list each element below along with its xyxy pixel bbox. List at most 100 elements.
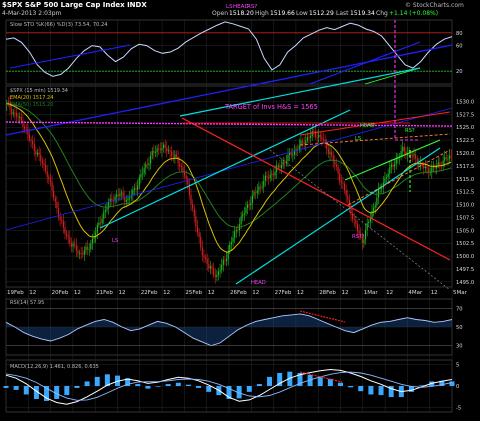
stock-chart: 20 60 80 Slow STO %K(66) %D(3) 73.54, 70.24… [0,0,480,421]
candle-body [221,264,223,271]
candle-body [313,131,315,132]
macd-histogram-bar [175,382,181,386]
candle-body [318,134,320,138]
quote-open: 1518.20 [229,10,254,17]
macd-histogram-bar [185,384,191,386]
candle-body [251,195,253,203]
price-annotation: HEAD [251,280,266,286]
candle-body [11,109,13,114]
x-tick-label: 1Mar [364,290,379,296]
candle-body [103,211,105,219]
quote-low-label: Low [296,10,308,17]
candle-body [327,149,329,154]
candle-body [28,134,30,140]
macd-histogram-bar [256,384,262,386]
stoch-legend: Slow STO %K(66) %D(3) 73.54, 70.24 [10,22,108,28]
x-tick-label: 21Feb [96,290,113,296]
candle-body [279,165,281,168]
candle-body [171,151,173,157]
candle-body [146,164,148,166]
candle-body [373,207,375,212]
price-tick-label: 1515.0 [456,177,474,183]
candle-body [387,173,389,178]
quote-low: 1512.29 [309,10,334,17]
candle-body [205,257,207,259]
macd-histogram-bar [206,386,212,392]
candle-body [177,156,179,164]
price-tick-label: 1510.0 [456,203,474,209]
price-annotation: LS [355,136,361,142]
candle-body [77,250,79,254]
candle-body [133,188,136,190]
x-tick-label: 12 [252,290,259,296]
candle-body [439,162,441,165]
candle-body [426,166,428,169]
macd-histogram-bar [317,376,323,386]
price-legend: EMA(20) 1517.24 [10,95,53,101]
candle-body [200,236,202,248]
candle-body [91,238,94,244]
candle-body [36,152,39,155]
macd-histogram-bar [135,384,141,386]
candle-body [99,222,102,224]
rsi-tick-label: 70 [456,306,463,312]
candle-body [175,154,178,157]
candle-body [240,216,242,225]
price-tick-label: 1530.0 [456,99,474,105]
candle-body [111,198,113,201]
candle-body [222,260,224,265]
candle-body [185,175,187,179]
candle-body [51,181,53,191]
candle-body [298,145,300,150]
candle-body [137,185,139,190]
candle-body [334,161,336,165]
candle-body [127,198,129,201]
rsi-tick-label: 50 [456,325,463,331]
quote-high-label: High [255,10,269,17]
price-tick-label: 1525.0 [456,125,474,131]
candle-body [166,147,168,152]
candle-body [90,243,92,250]
price-tick-label: 1502.5 [456,241,474,247]
candle-body [394,164,396,167]
macd-histogram-bar [267,376,273,386]
candle-body [80,252,82,254]
price-annotation: RS?? [352,234,365,240]
macd-tick-label: 0 [456,384,459,390]
candle-body [226,259,228,261]
candle-body [411,155,413,157]
candle-body [356,224,359,231]
candle-body [255,192,257,194]
price-annotation: HEAD [360,123,375,129]
candle-body [180,166,182,168]
candle-body [12,112,14,114]
x-tick-label: 12 [119,290,126,296]
candle-body [340,181,342,183]
x-tick-label: 25Feb [185,290,202,296]
candle-body [182,167,184,172]
candle-body [85,246,87,251]
candle-body [116,194,118,197]
macd-histogram-bar [196,386,202,388]
candle-body [308,137,310,138]
candle-body [403,146,405,152]
rsi-tick-label: 30 [456,344,463,350]
candle-body [287,154,289,161]
candle-body [20,116,22,121]
stoch-tick-label: 80 [456,31,463,37]
candle-body [75,244,77,251]
macd-histogram-bar [338,382,343,386]
candle-body [196,226,199,233]
candle-body [101,218,103,224]
macd-histogram-bar [84,381,90,386]
candle-body [24,126,26,129]
candle-body [216,274,218,277]
x-tick-label: 12 [386,290,393,296]
candle-body [138,177,140,186]
x-tick-label: 12 [29,290,36,296]
stockcharts-watermark: © StockCharts.com [405,2,464,9]
candle-body [15,112,18,117]
candle-body [384,178,386,183]
candle-body [141,173,144,175]
candle-body [64,227,66,234]
